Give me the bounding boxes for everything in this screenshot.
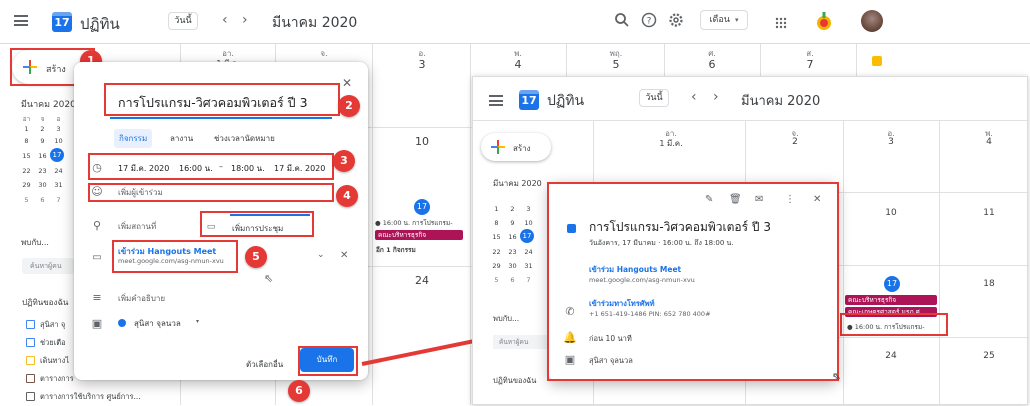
mini-calendar-month: มีนาคม 2020 <box>493 179 542 188</box>
mini-day[interactable]: 5 <box>489 276 504 284</box>
annotation-box-popup <box>547 182 839 381</box>
mouse-cursor-icon: ⇖ <box>832 370 842 383</box>
day-number-10[interactable]: 10 <box>871 208 911 218</box>
mini-day[interactable]: 24 <box>521 248 536 256</box>
my-calendars-heading[interactable]: ปฏิทินของฉัน <box>493 375 536 387</box>
main-menu-icon[interactable] <box>489 95 503 106</box>
today-marker-17[interactable]: 17 <box>884 276 900 292</box>
annotation-box-new-event <box>840 313 948 336</box>
previous-month-icon[interactable]: ‹ <box>691 89 697 105</box>
day-number-11[interactable]: 11 <box>969 208 1009 218</box>
today-button[interactable]: วันนี้ <box>639 89 669 107</box>
day-number-18[interactable]: 18 <box>969 279 1009 289</box>
mini-day[interactable]: 3 <box>521 205 536 213</box>
mini-day[interactable]: 31 <box>521 262 536 270</box>
mini-day[interactable]: 15 <box>489 233 504 241</box>
next-month-icon[interactable]: › <box>713 89 719 105</box>
create-button-label: สร้าง <box>513 144 531 153</box>
meet-with-label: พบกับ... <box>493 314 520 323</box>
mini-day[interactable]: 30 <box>505 262 520 270</box>
mini-day[interactable]: 2 <box>505 205 520 213</box>
app-name: ปฏิทิน <box>547 93 585 109</box>
month-title: มีนาคม 2020 <box>741 94 821 109</box>
day-number-25[interactable]: 25 <box>969 351 1009 361</box>
day-number[interactable]: 2 <box>775 137 815 147</box>
mini-day[interactable]: 29 <box>489 262 504 270</box>
mini-day[interactable]: 10 <box>521 219 536 227</box>
mini-day[interactable]: 9 <box>505 219 520 227</box>
calendar-logo-icon: 17 <box>519 90 539 110</box>
mini-day[interactable]: 6 <box>505 276 520 284</box>
search-people-input[interactable]: ค้นหาผู้คน <box>493 335 549 349</box>
day-number[interactable]: 4 <box>969 137 1009 147</box>
mini-day[interactable]: 16 <box>505 233 520 241</box>
day-number[interactable]: 1 มี.ค. <box>651 137 691 150</box>
mini-day[interactable]: 8 <box>489 219 504 227</box>
mini-day[interactable]: 7 <box>521 276 536 284</box>
mini-day[interactable]: 22 <box>489 248 504 256</box>
create-button[interactable]: สร้าง <box>481 133 551 161</box>
mini-day-today[interactable]: 17 <box>520 229 534 243</box>
day-number-24[interactable]: 24 <box>871 351 911 361</box>
plus-icon <box>490 139 506 155</box>
mini-day[interactable]: 23 <box>505 248 520 256</box>
mini-day[interactable]: 1 <box>489 205 504 213</box>
day-number[interactable]: 3 <box>871 137 911 147</box>
event-chip-business[interactable]: คณะบริหารธุรกิจ <box>845 295 937 305</box>
